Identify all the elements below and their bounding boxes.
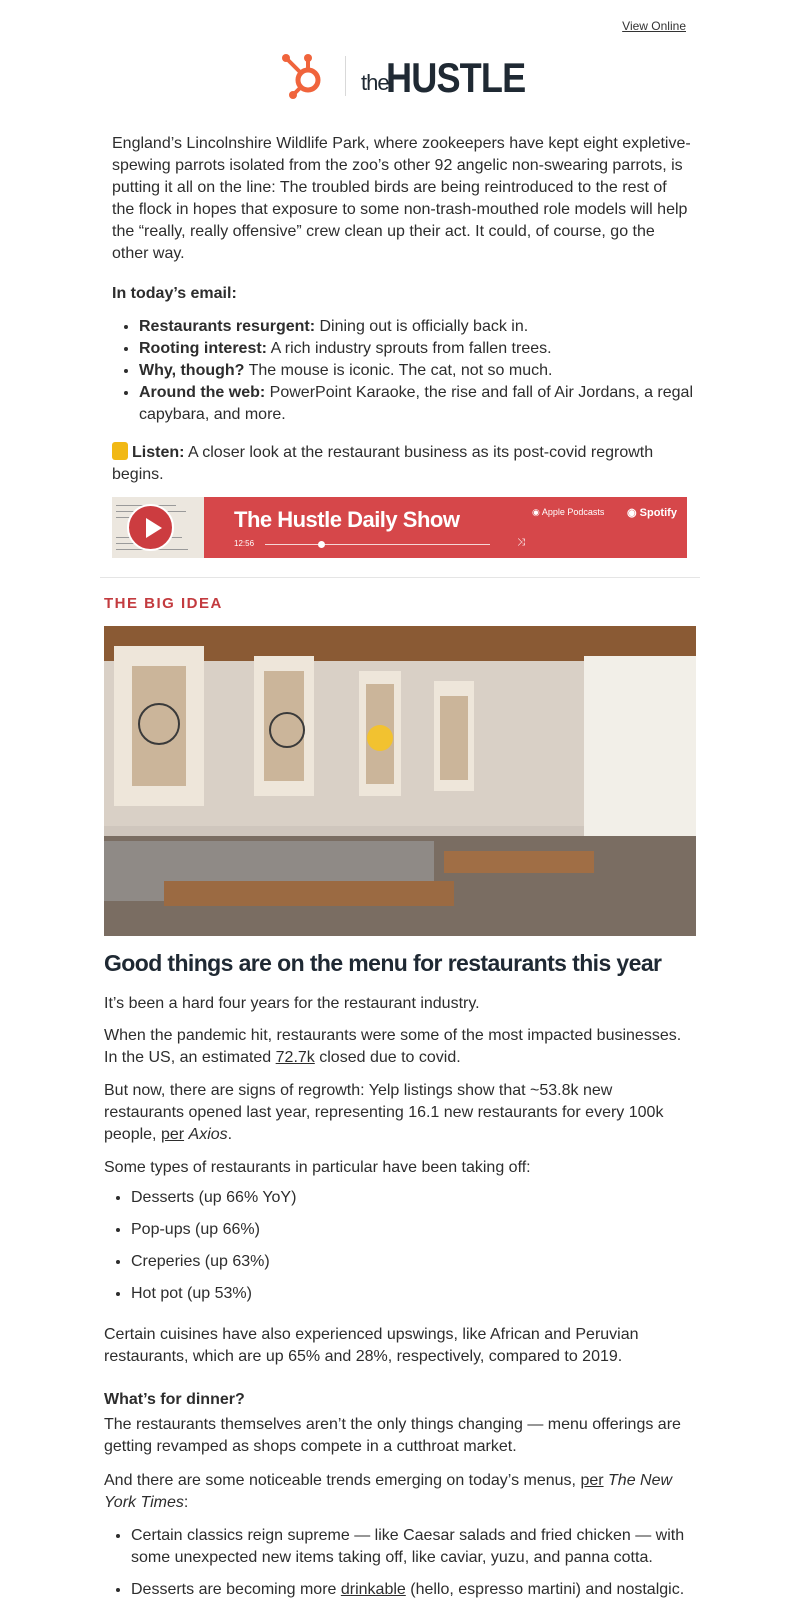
axios-link[interactable]: per xyxy=(161,1126,184,1143)
item-text: Desserts are becoming more xyxy=(131,1581,341,1598)
item-text: (hello, espresso martini) and nostalgic. xyxy=(405,1581,685,1598)
list-item: Certain classics reign supreme — like Ca… xyxy=(131,1525,711,1569)
paragraph-text: . xyxy=(227,1126,233,1143)
paragraph-text: : xyxy=(183,1494,189,1511)
item-text: Dining out is officially back in. xyxy=(315,318,529,335)
menu-trends-list: Certain classics reign supreme — like Ca… xyxy=(104,1525,711,1611)
paragraph-text: closed due to covid. xyxy=(314,1049,461,1066)
article-subheading: What’s for dinner? xyxy=(104,1391,245,1408)
restaurant-hero-image xyxy=(104,626,696,936)
pointing-hand-icon xyxy=(112,442,128,460)
podcast-title: The Hustle Daily Show xyxy=(234,507,460,532)
article-paragraph: But now, there are signs of regrowth: Ye… xyxy=(104,1080,694,1146)
spotify-icon: ◉ xyxy=(627,507,640,519)
spotify-label: Spotify xyxy=(639,507,677,519)
item-bold-label: Around the web: xyxy=(139,384,266,401)
source-name: Axios xyxy=(188,1126,228,1143)
list-item: Rooting interest: A rich industry sprout… xyxy=(139,338,714,360)
listen-paragraph: Listen: A closer look at the restaurant … xyxy=(112,442,672,486)
section-label: THE BIG IDEA xyxy=(104,595,223,612)
list-item: Desserts are becoming more drinkable (he… xyxy=(131,1579,711,1601)
logo-divider xyxy=(345,56,346,96)
email-body: View Online the HUSTLE England’s Lincoln… xyxy=(0,0,800,1600)
article-paragraph: The restaurants themselves aren’t the on… xyxy=(104,1416,681,1455)
spotify-link[interactable]: ◉ Spotify xyxy=(627,506,677,519)
paragraph-text: And there are some noticeable trends eme… xyxy=(104,1472,581,1489)
closures-link[interactable]: 72.7k xyxy=(276,1049,315,1066)
restaurant-illustration xyxy=(104,626,696,936)
todays-email-list: Restaurants resurgent: Dining out is off… xyxy=(112,316,714,426)
list-item: Pop-ups (up 66%) xyxy=(131,1219,706,1241)
apple-podcasts-icon: ◉ xyxy=(532,507,542,517)
list-item: Desserts (up 66% YoY) xyxy=(131,1187,706,1209)
article-paragraph: It’s been a hard four years for the rest… xyxy=(104,995,480,1012)
apple-podcasts-link[interactable]: ◉ Apple Podcasts xyxy=(532,507,604,518)
item-text: The mouse is iconic. The cat, not so muc… xyxy=(244,362,553,379)
list-item: Why, though? The mouse is iconic. The ca… xyxy=(139,360,714,382)
section-divider xyxy=(100,577,700,578)
item-bold-label: Why, though? xyxy=(139,362,245,379)
podcast-player-banner[interactable]: The Hustle Daily Show 12:56 ⤨ ◉ Apple Po… xyxy=(112,497,687,558)
hubspot-sprocket-icon xyxy=(282,54,321,99)
item-bold-label: Restaurants resurgent: xyxy=(139,318,316,335)
item-bold-label: Rooting interest: xyxy=(139,340,267,357)
listen-label: Listen: xyxy=(132,444,185,461)
drinkable-link[interactable]: drinkable xyxy=(341,1581,406,1598)
list-item: Restaurants resurgent: Dining out is off… xyxy=(139,316,714,338)
intro-paragraph: England’s Lincolnshire Wildlife Park, wh… xyxy=(112,135,691,262)
apple-podcasts-label: Apple Podcasts xyxy=(541,507,605,517)
nyt-link[interactable]: per xyxy=(580,1472,603,1489)
restaurant-types-list: Desserts (up 66% YoY) Pop-ups (up 66%) C… xyxy=(104,1187,706,1315)
view-online-link[interactable]: View Online xyxy=(622,19,686,33)
shuffle-icon[interactable]: ⤨ xyxy=(517,537,525,548)
article-paragraph: And there are some noticeable trends eme… xyxy=(104,1470,694,1514)
list-item: Around the web: PowerPoint Karaoke, the … xyxy=(139,382,714,426)
logo-hustle: HUSTLE xyxy=(386,54,526,101)
article-paragraph: When the pandemic hit, restaurants were … xyxy=(104,1025,694,1069)
podcast-progress-handle[interactable] xyxy=(318,541,326,548)
item-text: A rich industry sprouts from fallen tree… xyxy=(267,340,552,357)
listen-text: A closer look at the restaurant business… xyxy=(112,444,654,483)
podcast-time: 12:56 xyxy=(234,539,255,548)
article-headline: Good things are on the menu for restaura… xyxy=(104,950,662,976)
list-item: Hot pot (up 53%) xyxy=(131,1283,706,1305)
todays-email-heading: In today’s email: xyxy=(112,285,237,302)
hustle-logo[interactable]: the HUSTLE xyxy=(280,52,526,101)
list-item: Creperies (up 63%) xyxy=(131,1251,706,1273)
podcast-progress-track[interactable] xyxy=(265,544,490,545)
article-paragraph: Certain cuisines have also experienced u… xyxy=(104,1326,639,1365)
play-button[interactable] xyxy=(127,504,174,551)
logo-the: the xyxy=(361,70,390,95)
article-paragraph: Some types of restaurants in particular … xyxy=(104,1159,531,1176)
